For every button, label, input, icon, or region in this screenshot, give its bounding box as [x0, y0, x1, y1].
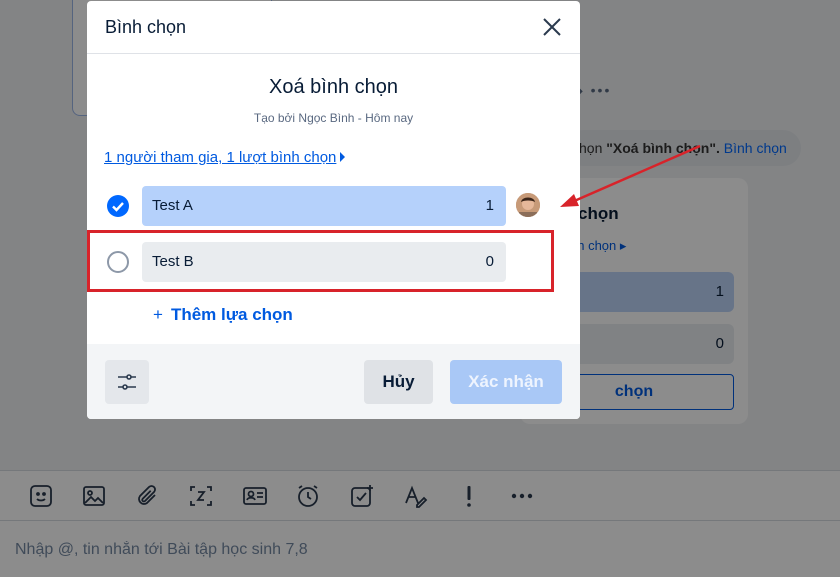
poll-title: Xoá bình chọn	[269, 76, 398, 98]
modal-footer: Hủy Xác nhận	[87, 344, 580, 419]
close-icon[interactable]	[540, 15, 564, 39]
radio-unchecked-icon[interactable]	[107, 251, 129, 273]
poll-stats-link[interactable]: 1 người tham gia, 1 lượt bình chọn	[104, 149, 346, 166]
modal-title: Bình chọn	[105, 17, 187, 37]
plus-icon: +	[153, 305, 163, 324]
voter-avatar[interactable]	[516, 193, 540, 217]
poll-option-label: Test B	[152, 253, 194, 270]
modal-header: Bình chọn	[87, 1, 580, 54]
modal-body: Xoá bình chọn Tạo bởi Ngọc Bình - Hôm na…	[87, 54, 580, 344]
add-option-button[interactable]: + Thêm lựa chọn	[153, 305, 293, 325]
caret-right-icon	[340, 152, 346, 163]
poll-option-count: 1	[485, 197, 494, 214]
poll-meta: Tạo bởi Ngọc Bình - Hôm nay	[253, 111, 414, 125]
poll-option-bar[interactable]: Test A 1	[142, 186, 506, 226]
add-option-label: Thêm lựa chọn	[170, 305, 293, 324]
confirm-button[interactable]: Xác nhận	[450, 360, 562, 404]
poll-option-label: Test A	[152, 197, 193, 214]
poll-option-count: 0	[485, 253, 494, 270]
poll-stats-text: 1 người tham gia, 1 lượt bình chọn	[104, 149, 337, 166]
poll-option-bar[interactable]: Test B 0	[142, 242, 506, 282]
checkbox-checked-icon[interactable]	[107, 195, 129, 217]
poll-option-row[interactable]: Test B 0	[87, 234, 580, 290]
poll-modal: Bình chọn Xoá bình chọn Tạo bởi Ngọc Bìn…	[87, 1, 580, 419]
settings-sliders-icon[interactable]	[105, 360, 149, 404]
cancel-button[interactable]: Hủy	[364, 360, 433, 404]
poll-option-row[interactable]: Test A 1	[87, 178, 580, 234]
